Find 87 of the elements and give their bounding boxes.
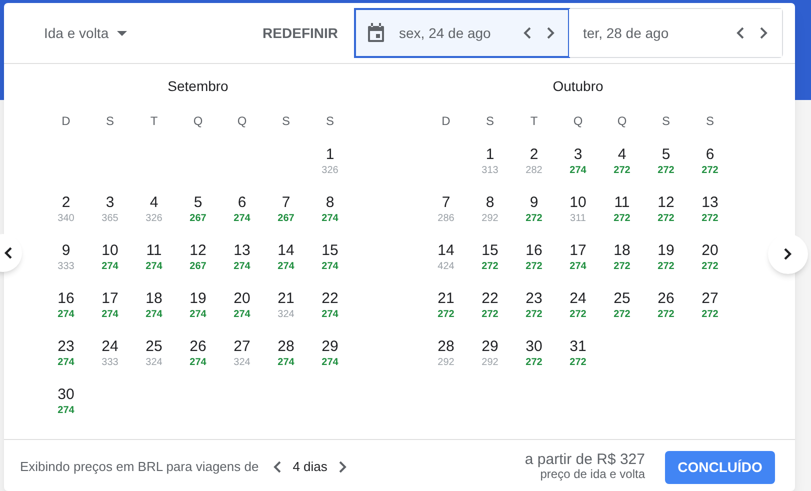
calendar-day[interactable]: 19 274 xyxy=(190,289,206,321)
calendar-day[interactable]: 4 326 xyxy=(146,193,162,225)
starting-price: a partir de R$ 327 xyxy=(524,452,645,467)
calendar-day[interactable]: 7 286 xyxy=(438,193,454,225)
calendar-day[interactable]: 13 274 xyxy=(234,241,250,273)
calendar-day[interactable]: 1 326 xyxy=(322,145,338,177)
calendar-day[interactable]: 5 267 xyxy=(190,193,206,225)
calendar-day[interactable]: 10 311 xyxy=(570,193,586,225)
calendar-day[interactable]: 31 272 xyxy=(570,337,586,369)
calendar-day[interactable]: 14 274 xyxy=(278,241,294,273)
calendar-day[interactable]: 3 274 xyxy=(570,145,586,177)
price-caption: preço de ida e volta xyxy=(540,467,645,482)
calendar-day[interactable]: 25 324 xyxy=(146,337,162,369)
calendar-day[interactable]: 20 274 xyxy=(234,289,250,321)
calendar-day[interactable]: 7 267 xyxy=(278,193,294,225)
calendar-day[interactable]: 11 272 xyxy=(614,193,630,225)
calendar-day[interactable]: 20 272 xyxy=(702,241,718,273)
calendar-day[interactable]: 25 272 xyxy=(614,289,630,321)
weekday-label: T xyxy=(150,113,158,130)
calendar-day[interactable]: 9 333 xyxy=(58,241,74,273)
calendar-day[interactable]: 26 274 xyxy=(190,337,206,369)
calendar-day[interactable]: 19 272 xyxy=(658,241,674,273)
calendar-day[interactable]: 8 274 xyxy=(322,193,338,225)
weekday-label: T xyxy=(530,113,538,130)
weekday-label: S xyxy=(706,113,714,130)
calendar-day[interactable]: 8 292 xyxy=(482,193,498,225)
calendar-day[interactable]: 30 272 xyxy=(526,337,542,369)
calendar-day[interactable]: 6 274 xyxy=(234,193,250,225)
calendar-day[interactable]: 21 272 xyxy=(438,289,454,321)
calendar-day[interactable]: 15 272 xyxy=(482,241,498,273)
weekday-label: S xyxy=(662,113,670,130)
trip-type-dropdown[interactable]: Ida e volta xyxy=(44,13,127,53)
weekday-label: Q xyxy=(237,113,247,130)
calendar-day[interactable]: 9 272 xyxy=(526,193,542,225)
calendar-day[interactable]: 30 274 xyxy=(58,385,74,417)
calendar-day[interactable]: 6 272 xyxy=(702,145,718,177)
calendar-day[interactable]: 24 333 xyxy=(102,337,118,369)
calendar-day[interactable]: 16 272 xyxy=(526,241,542,273)
dropdown-caret-icon xyxy=(116,30,127,36)
weekday-label: S xyxy=(282,113,290,130)
weekday-label: Q xyxy=(573,113,583,130)
chevron-left-icon xyxy=(4,247,12,259)
calendar-day[interactable]: 28 274 xyxy=(278,337,294,369)
calendar-day[interactable]: 18 274 xyxy=(146,289,162,321)
calendar-day[interactable]: 28 292 xyxy=(438,337,454,369)
calendar-day[interactable]: 27 272 xyxy=(702,289,718,321)
calendar-day[interactable]: 18 272 xyxy=(614,241,630,273)
calendar-day[interactable]: 22 272 xyxy=(482,289,498,321)
calendar-day[interactable]: 17 274 xyxy=(102,289,118,321)
weekday-label: Q xyxy=(617,113,627,130)
calendar-day[interactable]: 29 292 xyxy=(482,337,498,369)
calendar-day[interactable]: 24 272 xyxy=(570,289,586,321)
calendar-day[interactable]: 5 272 xyxy=(658,145,674,177)
calendar-day[interactable]: 26 272 xyxy=(658,289,674,321)
calendar-day[interactable]: 22 274 xyxy=(322,289,338,321)
calendar-day[interactable]: 3 365 xyxy=(102,193,118,225)
calendar-day[interactable]: 23 272 xyxy=(526,289,542,321)
month-title: Outubro xyxy=(552,77,604,96)
weekday-label: S xyxy=(486,113,494,130)
reset-button[interactable]: REDEFINIR xyxy=(254,13,346,53)
calendar-day[interactable]: 4 272 xyxy=(614,145,630,177)
calendar-day[interactable]: 2 282 xyxy=(526,145,542,177)
calendar-day[interactable]: 1 313 xyxy=(482,145,498,177)
weekday-label: S xyxy=(106,113,114,130)
weekday-label: D xyxy=(62,113,70,130)
calendar-day[interactable]: 15 274 xyxy=(322,241,338,273)
calendar-day[interactable]: 14 424 xyxy=(438,241,454,273)
calendar-day[interactable]: 10 274 xyxy=(102,241,118,273)
calendar-day[interactable]: 29 274 xyxy=(322,337,338,369)
month-title: Setembro xyxy=(168,77,228,96)
calendar-day[interactable]: 13 272 xyxy=(702,193,718,225)
weekday-label: S xyxy=(326,113,334,130)
calendar-day[interactable]: 12 272 xyxy=(658,193,674,225)
calendar-day[interactable]: 11 274 xyxy=(146,241,162,273)
done-button[interactable]: CONCLUÍDO xyxy=(665,450,775,484)
calendar-day[interactable]: 16 274 xyxy=(58,289,74,321)
calendar-day[interactable]: 17 274 xyxy=(570,241,586,273)
calendar-day[interactable]: 12 267 xyxy=(190,241,206,273)
price-note: Exibindo preços em BRL para viagens de xyxy=(20,458,259,476)
weekday-label: D xyxy=(442,113,450,130)
weekday-label: Q xyxy=(193,113,203,130)
calendar-day[interactable]: 27 324 xyxy=(234,337,250,369)
calendar-day[interactable]: 23 274 xyxy=(58,337,74,369)
trip-duration: 4 dias xyxy=(292,458,328,476)
chevron-right-icon xyxy=(784,248,792,260)
calendar-day[interactable]: 2 340 xyxy=(58,193,74,225)
calendar-day[interactable]: 21 324 xyxy=(278,289,294,321)
